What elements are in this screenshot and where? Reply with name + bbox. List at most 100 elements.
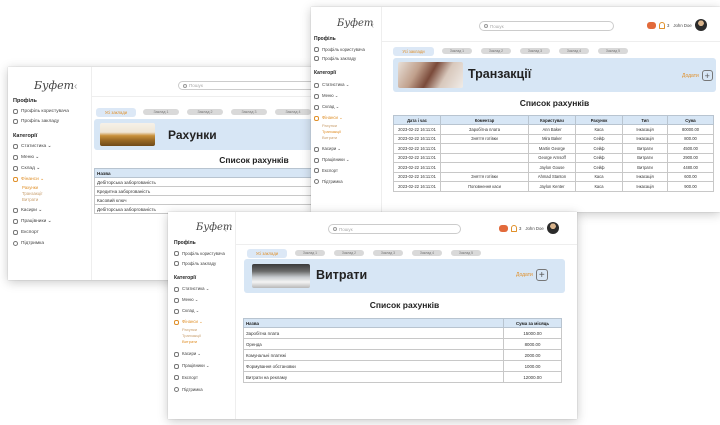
table-row[interactable]: 2023-02-22 16:11:01 Заробітна плата Ann Ba… xyxy=(393,124,714,135)
collapse-sidebar-button[interactable]: ‹ xyxy=(74,81,77,92)
add-button[interactable]: Додати + xyxy=(682,70,713,81)
sidebar-item-menu[interactable]: Меню ⌄ xyxy=(314,93,338,99)
tab-venue-3[interactable]: Заклад 3 xyxy=(231,109,267,115)
sidebar-item-user-profile[interactable]: Профіль користувача xyxy=(13,109,69,114)
sidebar-sub-expenses[interactable]: Витрати xyxy=(22,197,38,202)
sidebar-item-support[interactable]: Підтримка xyxy=(314,179,343,184)
sidebar-item-finance[interactable]: Фінанси ⌄ xyxy=(13,177,44,182)
profile-section-title: Профіль xyxy=(314,36,336,42)
sidebar-sub-transactions[interactable]: Транзакції xyxy=(322,129,341,134)
sidebar-item-warehouse[interactable]: Склад ⌄ xyxy=(13,166,40,171)
sidebar-sub-transactions[interactable]: Транзакції xyxy=(22,191,42,196)
table-row[interactable]: Комунальні платежі 2000.00 xyxy=(243,349,562,361)
collapse-sidebar-button[interactable]: ‹ xyxy=(371,20,374,30)
table-row[interactable]: 2023-02-22 16:11:01 Зняття готівки Mira Ba… xyxy=(393,133,714,144)
sidebar-item-venue-profile[interactable]: Профіль закладу xyxy=(314,56,356,61)
menu-icon xyxy=(174,297,179,303)
sidebar-item-finance[interactable]: Фінанси ⌄ xyxy=(174,319,203,325)
tab-venue-1[interactable]: Заклад 1 xyxy=(143,109,179,115)
sidebar-item-venue-profile[interactable]: Профіль закладу xyxy=(174,261,216,266)
sidebar-item-menu[interactable]: Меню ⌄ xyxy=(174,297,198,303)
user-name[interactable]: John Doe xyxy=(525,226,543,231)
add-button[interactable]: Додати + xyxy=(516,269,548,281)
page-banner: Витрати Додати + xyxy=(244,259,565,293)
tab-venue-3[interactable]: Заклад 3 xyxy=(520,48,550,54)
bell-icon[interactable] xyxy=(511,224,517,232)
sidebar-item-cashiers[interactable]: Касири ⌄ xyxy=(13,208,42,213)
sidebar-sub-transactions[interactable]: Транзакції xyxy=(182,333,201,338)
tab-venue-2[interactable]: Заклад 2 xyxy=(481,48,511,54)
sidebar-item-export[interactable]: Експорт xyxy=(13,230,39,235)
table-row[interactable]: Формування обстановки 1000.00 xyxy=(243,360,562,372)
table-row[interactable]: Витрати на рекламу 12000.00 xyxy=(243,371,562,383)
tab-venue-4[interactable]: Заклад 4 xyxy=(275,109,311,115)
search-input[interactable]: Пошук xyxy=(328,224,461,234)
plus-icon: + xyxy=(535,269,548,281)
tab-venue-5[interactable]: Заклад 5 xyxy=(451,250,481,256)
avatar[interactable] xyxy=(694,19,707,31)
sidebar-item-support[interactable]: Підтримка xyxy=(174,387,203,392)
search-input[interactable]: Пошук xyxy=(479,21,614,31)
tab-venue-4[interactable]: Заклад 4 xyxy=(559,48,589,54)
tab-venue-5[interactable]: Заклад 5 xyxy=(598,48,628,54)
table-row[interactable]: 2023-02-22 16:11:01 Поповнення каси Jaylon… xyxy=(393,181,714,192)
sidebar-item-employees[interactable]: Працівники ⌄ xyxy=(174,363,209,369)
table-row[interactable]: Заробітна плата 15000.00 xyxy=(243,327,562,339)
table-row[interactable]: Оренда 8000.00 xyxy=(243,338,562,350)
sidebar-sub-accounts[interactable]: Рахунки xyxy=(182,327,197,332)
sidebar-item-user-profile[interactable]: Профіль користувача xyxy=(314,47,365,52)
sidebar-item-user-profile[interactable]: Профіль користувача xyxy=(174,251,225,256)
sidebar-item-statistics[interactable]: Статистика ⌄ xyxy=(13,144,52,149)
sidebar-item-warehouse[interactable]: Склад ⌄ xyxy=(314,104,339,110)
sidebar-sub-expenses[interactable]: Витрати xyxy=(182,339,197,344)
cart-icon[interactable] xyxy=(499,224,508,232)
sidebar-item-employees[interactable]: Працівники ⌄ xyxy=(13,219,52,224)
export-icon xyxy=(13,230,18,235)
sidebar-sub-accounts[interactable]: Рахунки xyxy=(22,185,38,190)
tab-venue-4[interactable]: Заклад 4 xyxy=(412,250,442,256)
tab-all-venues[interactable]: Усі заклади xyxy=(393,47,434,56)
user-area: 3 John Doe xyxy=(499,222,559,234)
table-row[interactable]: Касовий ключ xyxy=(94,195,326,205)
collapse-sidebar-button[interactable]: ‹ xyxy=(224,224,227,234)
sidebar-item-cashiers[interactable]: Касири ⌄ xyxy=(174,351,201,357)
sidebar-item-venue-profile[interactable]: Профіль закладу xyxy=(13,119,59,124)
sidebar-item-export[interactable]: Експорт xyxy=(314,168,338,173)
sidebar-item-support[interactable]: Підтримка xyxy=(13,241,44,246)
sidebar-sub-expenses[interactable]: Витрати xyxy=(322,135,337,140)
tab-all-venues[interactable]: Усі заклади xyxy=(247,249,287,258)
tab-venue-1[interactable]: Заклад 1 xyxy=(295,250,325,256)
sidebar-item-finance[interactable]: Фінанси ⌄ xyxy=(314,115,343,121)
bell-icon[interactable] xyxy=(659,21,665,29)
table-row[interactable]: Кредитна заборгованість xyxy=(94,186,326,196)
sidebar-item-employees[interactable]: Працівники ⌄ xyxy=(314,157,349,163)
employees-icon xyxy=(314,157,319,163)
tab-venue-1[interactable]: Заклад 1 xyxy=(442,48,472,54)
sidebar-item-statistics[interactable]: Статистика ⌄ xyxy=(174,286,209,292)
sidebar-item-warehouse[interactable]: Склад ⌄ xyxy=(174,308,199,314)
cashier-icon xyxy=(13,208,18,213)
table-row[interactable]: 2023-02-22 16:11:01 Зняття готівки Ahmad S… xyxy=(393,171,714,182)
sidebar-item-statistics[interactable]: Статистика ⌄ xyxy=(314,82,349,88)
tab-venue-3[interactable]: Заклад 3 xyxy=(373,250,403,256)
tab-venue-2[interactable]: Заклад 2 xyxy=(334,250,364,256)
venue-tabs: Усі заклади Заклад 1 Заклад 2 Заклад 3 З… xyxy=(96,108,319,117)
cart-icon[interactable] xyxy=(647,21,656,29)
user-name[interactable]: John Doe xyxy=(673,23,691,28)
search-input[interactable]: Пошук xyxy=(178,81,316,90)
sidebar-sub-accounts[interactable]: Рахунки xyxy=(322,123,337,128)
avatar[interactable] xyxy=(546,222,559,234)
sidebar-item-menu[interactable]: Меню ⌄ xyxy=(13,155,39,160)
table-row[interactable]: 2023-02-22 16:11:01 George Arnsoff Сейф Вит… xyxy=(393,152,714,163)
export-icon xyxy=(174,375,179,380)
tab-venue-2[interactable]: Заклад 2 xyxy=(187,109,223,115)
sidebar-item-export[interactable]: Експорт xyxy=(174,375,198,380)
categories-section-title: Категорії xyxy=(174,275,197,281)
building-icon xyxy=(314,56,319,61)
table-row[interactable]: 2023-02-22 16:11:01 Martin George Сейф Витр… xyxy=(393,143,714,154)
tab-all-venues[interactable]: Усі заклади xyxy=(96,108,136,117)
sidebar-item-cashiers[interactable]: Касири ⌄ xyxy=(314,146,341,152)
table-row[interactable]: 2023-02-22 16:11:01 Jaylon Gouse Сейф Витра… xyxy=(393,162,714,173)
column-header-type: Тип xyxy=(622,115,668,125)
table-row[interactable]: Дебіторська заборгованість xyxy=(94,177,326,187)
